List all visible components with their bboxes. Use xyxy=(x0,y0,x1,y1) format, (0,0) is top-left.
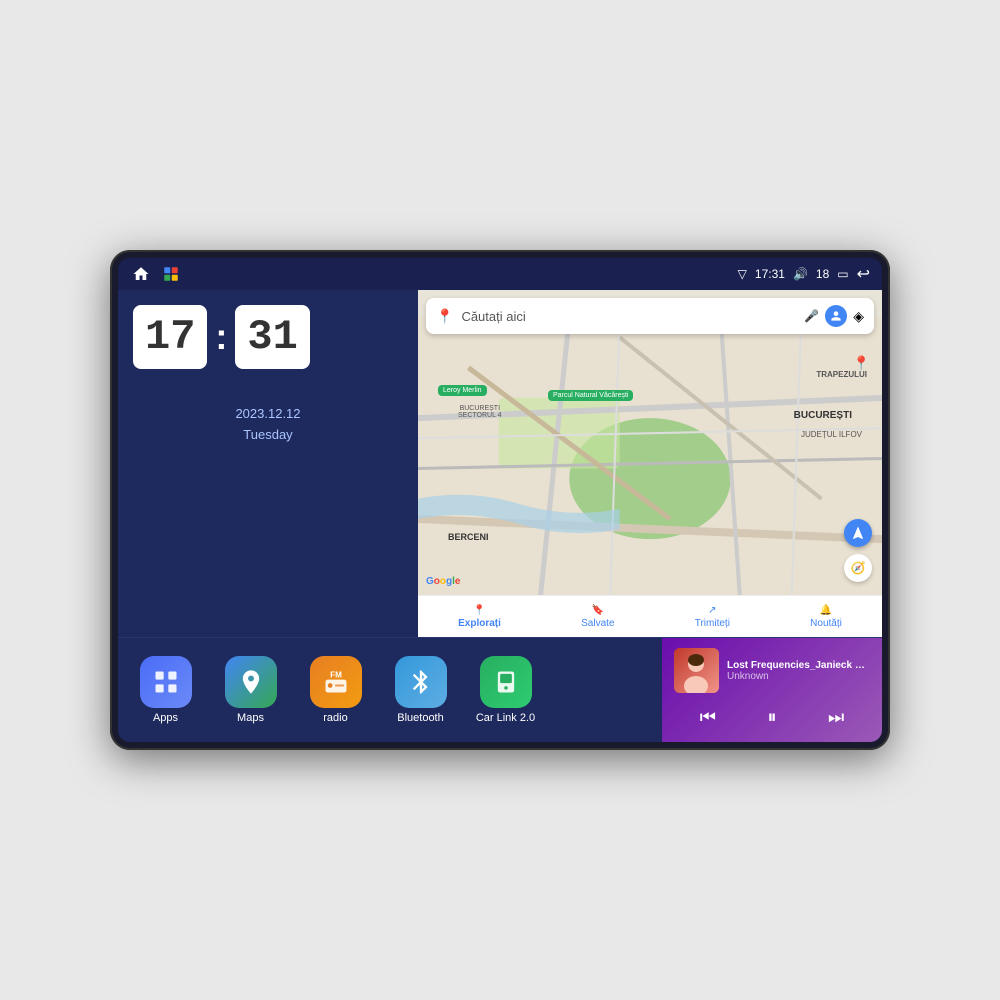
leroy-merlin-poi[interactable]: Leroy Merlin xyxy=(438,385,487,396)
music-controls: ⏮ ⏸ ⏭ xyxy=(674,703,870,732)
clock-minutes: 31 xyxy=(235,305,309,369)
app-item-carlink[interactable]: Car Link 2.0 xyxy=(473,656,538,724)
screen: ▽ 17:31 🔊 18 ▭ ↩ 17 : 31 2023.12.12 Tues… xyxy=(118,258,882,742)
berceni-label: BERCENI xyxy=(448,532,489,542)
clock-widget: 17 : 31 xyxy=(133,305,403,369)
map-container: 📍 Căutați aici 🎤 ◈ xyxy=(418,290,882,637)
music-player: Lost Frequencies_Janieck Devy-... Unknow… xyxy=(662,638,882,742)
map-compass-button[interactable]: 🧭 xyxy=(844,554,872,582)
apps-icon xyxy=(140,656,192,708)
explore-label: Explorați xyxy=(458,618,501,629)
parc-label: Parcul Natural Văcărești xyxy=(553,392,628,399)
app-item-maps[interactable]: Maps xyxy=(218,656,283,724)
send-icon: ↗ xyxy=(708,605,716,616)
map-nav-explore[interactable]: 📍 Explorați xyxy=(458,605,501,629)
send-label: Trimiteți xyxy=(695,618,730,629)
map-search-text: Căutați aici xyxy=(461,309,796,324)
map-panel[interactable]: 📍 Căutați aici 🎤 ◈ xyxy=(418,290,882,637)
album-art xyxy=(674,648,719,693)
judet-label: JUDEȚUL ILFOV xyxy=(801,430,862,439)
music-title: Lost Frequencies_Janieck Devy-... xyxy=(727,660,870,671)
maps-shortcut-icon[interactable] xyxy=(162,265,180,283)
map-nav-send[interactable]: ↗ Trimiteți xyxy=(695,605,730,629)
saved-icon: 🔖 xyxy=(592,605,604,616)
map-nav-saved[interactable]: 🔖 Salvate xyxy=(581,605,614,629)
volume-icon: 🔊 xyxy=(793,267,808,281)
apps-label: Apps xyxy=(153,712,178,724)
bluetooth-icon-box xyxy=(395,656,447,708)
battery-icon: ▭ xyxy=(837,267,848,281)
status-time: 17:31 xyxy=(755,267,785,281)
parc-natural-poi[interactable]: Parcul Natural Văcărești xyxy=(548,390,633,401)
radio-label: radio xyxy=(323,712,347,724)
layers-icon[interactable]: ◈ xyxy=(853,308,864,325)
maps-icon xyxy=(225,656,277,708)
date-value: 2023.12.12 xyxy=(133,404,403,425)
prev-button[interactable]: ⏮ xyxy=(692,703,724,732)
app-item-bluetooth[interactable]: Bluetooth xyxy=(388,656,453,724)
svg-text:FM: FM xyxy=(330,670,342,679)
bucuresti-label: BUCUREȘTI xyxy=(794,410,852,421)
carlink-icon xyxy=(480,656,532,708)
map-search-bar[interactable]: 📍 Căutați aici 🎤 ◈ xyxy=(426,298,874,334)
news-label: Noutăți xyxy=(810,618,842,629)
sector4-label: BUCUREȘTISECTORUL 4 xyxy=(458,405,502,419)
explore-icon: 📍 xyxy=(473,605,485,616)
status-right: ▽ 17:31 🔊 18 ▭ ↩ xyxy=(738,264,870,284)
day-value: Tuesday xyxy=(133,425,403,446)
battery-level: 18 xyxy=(816,267,829,281)
radio-icon: FM xyxy=(310,656,362,708)
map-nav-news[interactable]: 🔔 Noutăți xyxy=(810,605,842,629)
app-item-radio[interactable]: FM radio xyxy=(303,656,368,724)
clock-panel: 17 : 31 2023.12.12 Tuesday xyxy=(118,290,418,637)
music-artist: Unknown xyxy=(727,671,870,682)
clock-colon: : xyxy=(215,316,227,358)
music-top: Lost Frequencies_Janieck Devy-... Unknow… xyxy=(674,648,870,693)
music-info: Lost Frequencies_Janieck Devy-... Unknow… xyxy=(727,660,870,682)
maps-label: Maps xyxy=(237,712,264,724)
news-icon: 🔔 xyxy=(820,605,832,616)
next-button[interactable]: ⏭ xyxy=(820,703,852,732)
status-bar: ▽ 17:31 🔊 18 ▭ ↩ xyxy=(118,258,882,290)
current-location-pin: 📍 xyxy=(853,355,870,372)
bottom-section: Apps Maps FM xyxy=(118,637,882,742)
map-navigate-button[interactable] xyxy=(844,519,872,547)
apps-row: Apps Maps FM xyxy=(118,638,662,742)
app-item-apps[interactable]: Apps xyxy=(133,656,198,724)
voice-search-icon[interactable]: 🎤 xyxy=(804,309,819,323)
google-logo: Google xyxy=(426,576,460,587)
saved-label: Salvate xyxy=(581,618,614,629)
map-pin-icon: 📍 xyxy=(436,308,453,325)
user-avatar[interactable] xyxy=(825,305,847,327)
signal-icon: ▽ xyxy=(738,267,747,281)
home-button[interactable] xyxy=(130,265,152,283)
carlink-label: Car Link 2.0 xyxy=(476,712,535,724)
date-info: 2023.12.12 Tuesday xyxy=(133,404,403,446)
play-pause-button[interactable]: ⏸ xyxy=(760,703,785,732)
main-content: 17 : 31 2023.12.12 Tuesday xyxy=(118,290,882,637)
status-left xyxy=(130,265,180,283)
back-icon[interactable]: ↩ xyxy=(857,264,870,284)
car-head-unit: ▽ 17:31 🔊 18 ▭ ↩ 17 : 31 2023.12.12 Tues… xyxy=(110,250,890,750)
map-search-controls: 🎤 ◈ xyxy=(804,305,864,327)
map-nav-bar: 📍 Explorați 🔖 Salvate ↗ Trimiteți 🔔 xyxy=(418,595,882,637)
clock-hours: 17 xyxy=(133,305,207,369)
bluetooth-label: Bluetooth xyxy=(397,712,443,724)
